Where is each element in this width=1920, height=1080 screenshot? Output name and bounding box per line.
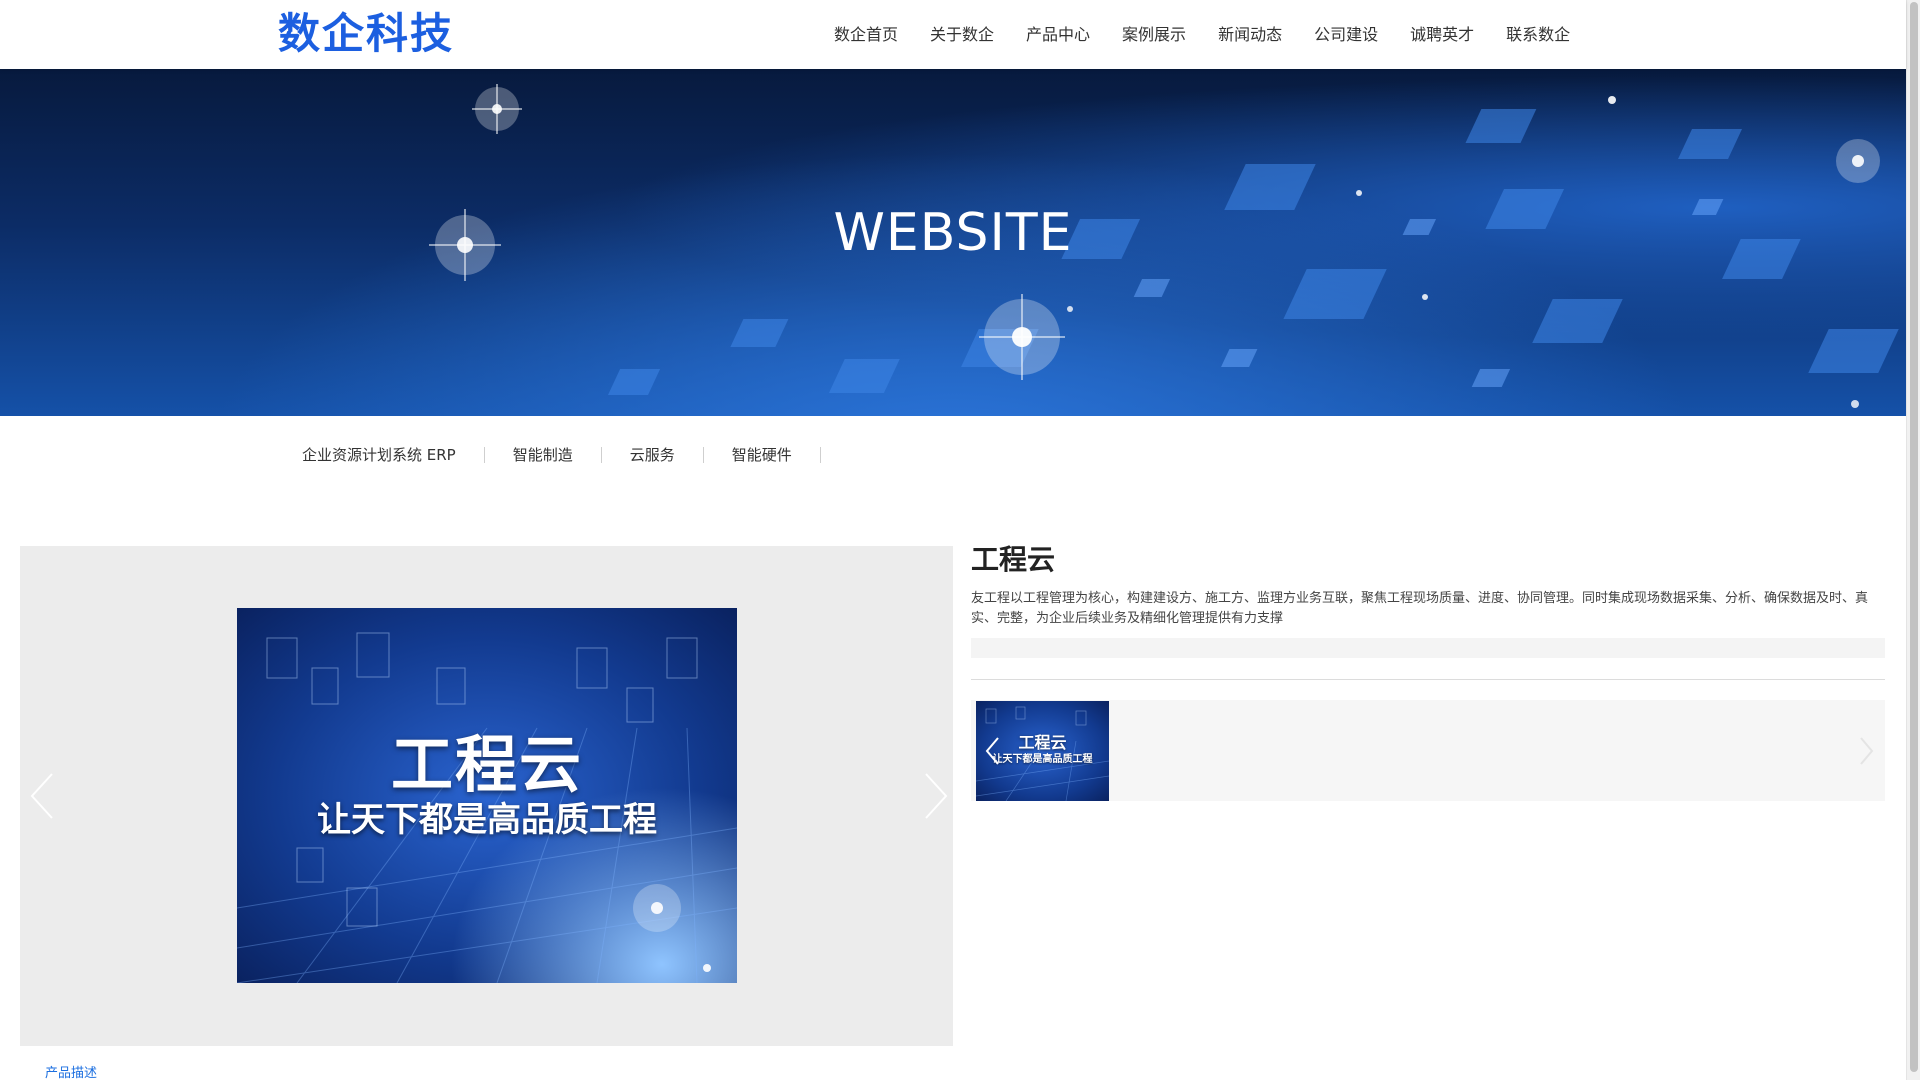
chevron-right-icon xyxy=(1860,737,1874,765)
nav-item-home[interactable]: 数企首页 xyxy=(834,0,898,69)
nav-item-contact[interactable]: 联系数企 xyxy=(1506,0,1570,69)
site-header: 数企科技 数企首页 关于数企 产品中心 案例展示 新闻动态 公司建设 诚聘英才 … xyxy=(0,0,1906,69)
product-description: 友工程以工程管理为核心，构建建设方、施工方、监理方业务互联，聚焦工程现场质量、进… xyxy=(971,591,1869,626)
chevron-left-icon xyxy=(30,773,53,819)
banner-title: WEBSITE xyxy=(833,203,1073,263)
thumbnail-prev-button[interactable] xyxy=(983,736,1003,766)
nav-item-cases[interactable]: 案例展示 xyxy=(1122,0,1186,69)
chevron-right-icon xyxy=(925,773,948,819)
nav-item-news[interactable]: 新闻动态 xyxy=(1218,0,1282,69)
tab-product-description[interactable]: 产品描述 xyxy=(45,1066,97,1080)
gallery-next-button[interactable] xyxy=(918,772,952,820)
gallery-image-title: 工程云 xyxy=(390,728,583,801)
product-gallery: 工程云 让天下都是高品质工程 xyxy=(20,546,953,1046)
gallery-prev-button[interactable] xyxy=(26,772,60,820)
info-strip xyxy=(971,638,1885,658)
category-cloud-service[interactable]: 云服务 xyxy=(602,447,704,463)
chevron-left-icon xyxy=(985,737,999,765)
page-scrollbar[interactable] xyxy=(1906,0,1920,1080)
product-main-image[interactable]: 工程云 让天下都是高品质工程 xyxy=(237,608,737,983)
nav-item-products[interactable]: 产品中心 xyxy=(1026,0,1090,69)
nav-item-about[interactable]: 关于数企 xyxy=(930,0,994,69)
site-logo[interactable]: 数企科技 xyxy=(278,10,454,58)
category-smart-hardware[interactable]: 智能硬件 xyxy=(704,447,821,463)
section-divider xyxy=(971,679,1885,680)
thumbnail-next-button[interactable] xyxy=(1856,736,1876,766)
nav-item-company[interactable]: 公司建设 xyxy=(1314,0,1378,69)
category-erp[interactable]: 企业资源计划系统 ERP xyxy=(278,447,485,463)
thumbnail-carousel: 工程云 让天下都是高品质工程 xyxy=(971,700,1885,801)
hero-banner: WEBSITE xyxy=(0,69,1906,416)
category-smart-manufacturing[interactable]: 智能制造 xyxy=(485,447,602,463)
nav-item-careers[interactable]: 诚聘英才 xyxy=(1410,0,1474,69)
product-category-bar: 企业资源计划系统 ERP 智能制造 云服务 智能硬件 xyxy=(278,440,821,470)
gallery-image-subtitle: 让天下都是高品质工程 xyxy=(317,800,657,840)
product-title: 工程云 xyxy=(971,543,1056,576)
main-nav: 数企首页 关于数企 产品中心 案例展示 新闻动态 公司建设 诚聘英才 联系数企 xyxy=(834,0,1570,69)
scrollbar-thumb[interactable] xyxy=(1910,2,1918,1072)
